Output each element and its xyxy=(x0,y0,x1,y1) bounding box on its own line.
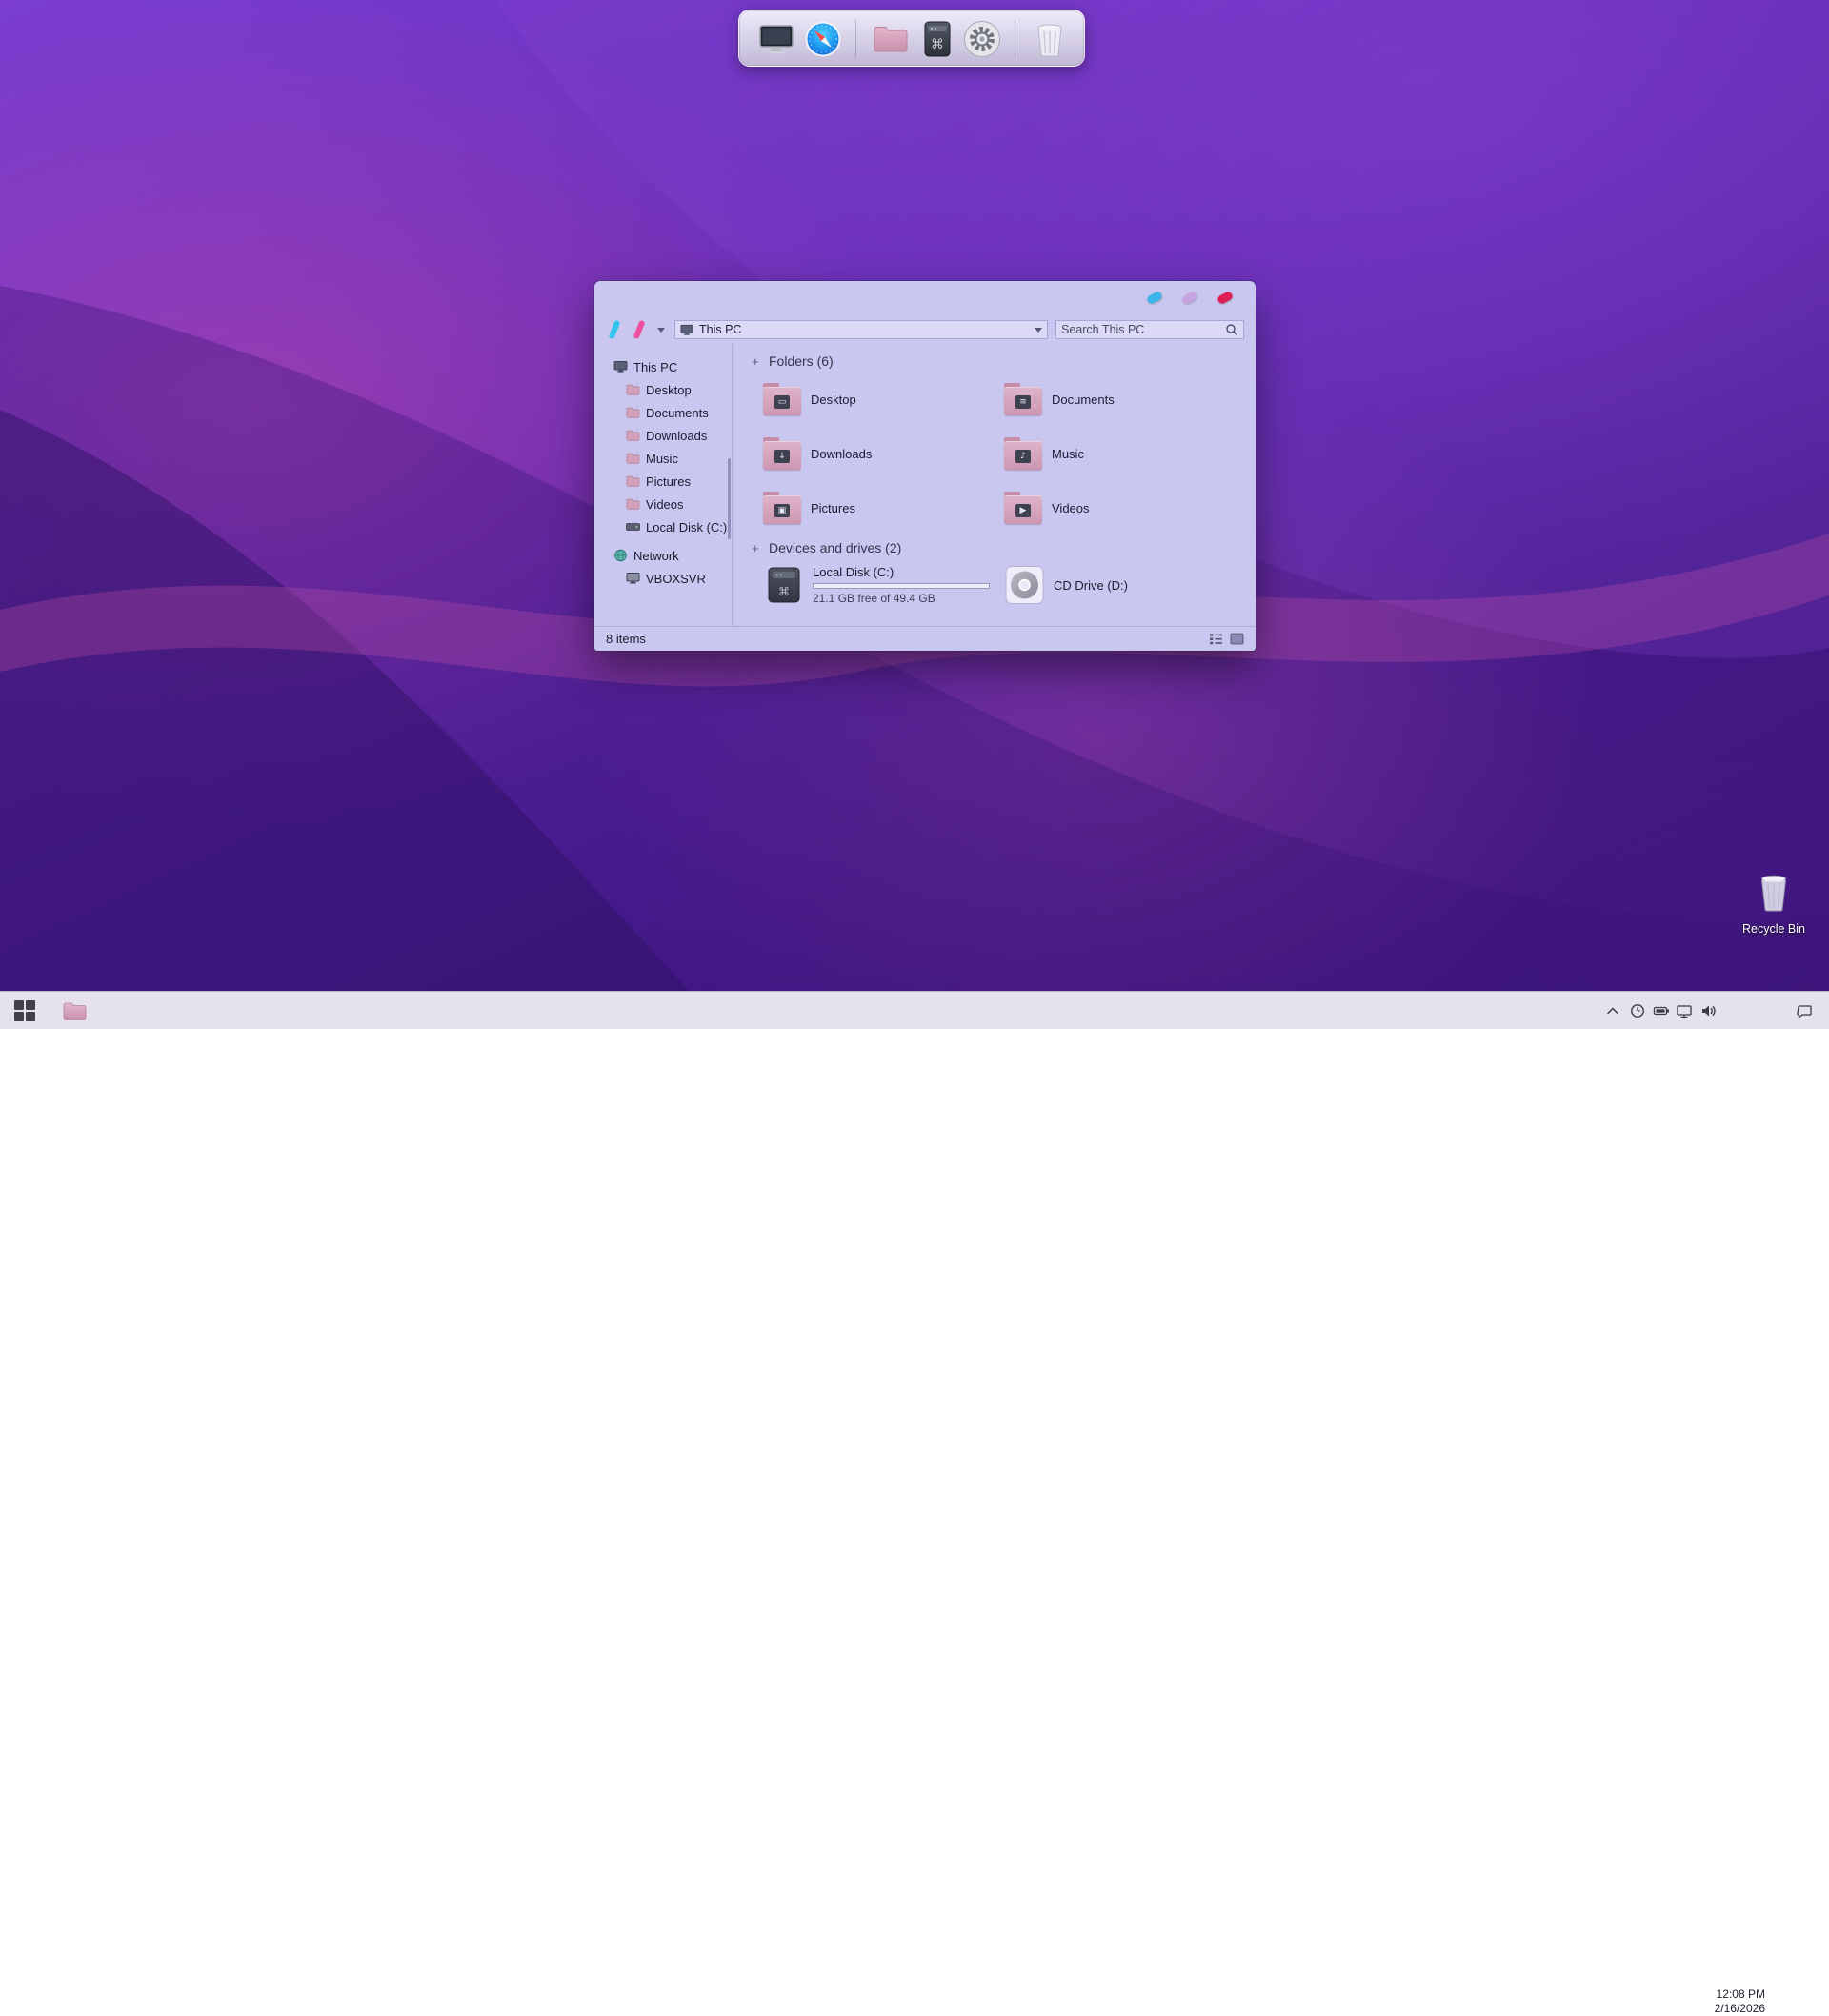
dock-divider xyxy=(855,20,856,58)
nav-history-dropdown-icon[interactable] xyxy=(657,328,665,333)
desktop-folder-icon: ▭ xyxy=(763,383,801,415)
sidebar-scrollbar[interactable] xyxy=(728,458,731,539)
action-center-icon xyxy=(1796,1002,1814,1020)
taskbar: 12:08 PM 2/16/2026 xyxy=(0,991,1829,1029)
sidebar-item-documents[interactable]: Documents xyxy=(594,401,732,424)
recycle-bin[interactable]: Recycle Bin xyxy=(1734,869,1814,936)
dock-system-icon[interactable]: ⌘ xyxy=(917,19,957,59)
search-input[interactable] xyxy=(1061,323,1221,336)
disk-icon xyxy=(626,520,640,534)
toolbar xyxy=(594,315,1256,344)
pc-icon xyxy=(613,360,628,373)
search-icon xyxy=(1225,323,1238,336)
videos-folder-icon: ▶ xyxy=(1004,492,1042,524)
explorer-folder-icon xyxy=(62,1000,88,1022)
dock-settings-icon[interactable] xyxy=(962,19,1002,59)
clock-date: 2/16/2026 xyxy=(1710,2002,1765,2016)
tray-battery-icon[interactable] xyxy=(1653,1002,1670,1019)
folders-group-label: Folders (6) xyxy=(769,353,834,369)
dock: ⌘ xyxy=(738,10,1085,67)
folder-icon xyxy=(626,474,640,488)
dock-display-icon[interactable] xyxy=(756,19,796,59)
details-view-icon[interactable] xyxy=(1209,632,1223,646)
sidebar-item-network[interactable]: Network xyxy=(594,544,732,567)
svg-text:⌘: ⌘ xyxy=(931,37,944,52)
tray-volume-icon[interactable] xyxy=(1699,1002,1717,1019)
search-box[interactable] xyxy=(1055,320,1244,339)
music-folder-icon: ♪ xyxy=(1004,437,1042,470)
window-titlebar[interactable] xyxy=(594,281,1256,315)
sidebar-item-vboxsvr[interactable]: VBOXSVR xyxy=(594,567,732,590)
folder-tile-downloads[interactable]: ↓ Downloads xyxy=(763,434,1004,473)
sidebar-item-videos[interactable]: Videos xyxy=(594,493,732,515)
minimize-button[interactable] xyxy=(1146,291,1163,305)
cd-drive-icon xyxy=(1004,566,1046,604)
thumbnail-view-icon[interactable] xyxy=(1230,632,1244,646)
dock-safari-icon[interactable] xyxy=(803,19,843,59)
address-input[interactable] xyxy=(699,323,1029,336)
folder-icon xyxy=(626,383,640,396)
documents-folder-icon: ≡ xyxy=(1004,383,1042,415)
taskbar-explorer-button[interactable] xyxy=(55,992,93,1030)
windows-logo-icon xyxy=(14,1000,35,1021)
folder-tile-videos[interactable]: ▶ Videos xyxy=(1004,489,1245,527)
devices-group-label: Devices and drives (2) xyxy=(769,540,901,555)
sidebar-item-music[interactable]: Music xyxy=(594,447,732,470)
tray-network-icon[interactable] xyxy=(1676,1002,1693,1019)
maximize-button[interactable] xyxy=(1181,291,1198,305)
status-bar: 8 items xyxy=(594,626,1256,651)
pc-icon xyxy=(680,324,693,336)
folder-tile-music[interactable]: ♪ Music xyxy=(1004,434,1245,473)
folders-group-header[interactable]: + Folders (6) xyxy=(752,353,1256,369)
forward-button[interactable] xyxy=(633,320,645,340)
network-icon xyxy=(613,549,628,562)
pictures-folder-icon: ▣ xyxy=(763,492,801,524)
hard-drive-icon: ⌘ xyxy=(763,566,805,604)
dock-folder-icon[interactable] xyxy=(871,19,911,59)
downloads-folder-icon: ↓ xyxy=(763,437,801,470)
file-list: + Folders (6) ▭ Desktop ≡ Documents ↓ Do… xyxy=(733,344,1256,626)
folder-icon xyxy=(626,452,640,465)
pc-icon xyxy=(626,572,640,585)
dock-trash-icon[interactable] xyxy=(1030,19,1070,59)
tray-clock-icon[interactable] xyxy=(1629,1002,1646,1019)
sidebar: This PC Desktop Documents Downloads xyxy=(594,344,733,626)
explorer-window: This PC Desktop Documents Downloads xyxy=(594,281,1256,651)
start-button[interactable] xyxy=(4,992,46,1030)
folder-tile-pictures[interactable]: ▣ Pictures xyxy=(763,489,1004,527)
folder-icon xyxy=(626,406,640,419)
tray-chevron-up-icon[interactable] xyxy=(1604,1002,1621,1019)
folder-icon xyxy=(626,497,640,511)
address-dropdown-icon[interactable] xyxy=(1035,328,1042,333)
action-center-button[interactable] xyxy=(1787,992,1821,1030)
sidebar-item-desktop[interactable]: Desktop xyxy=(594,378,732,401)
expander-icon[interactable]: + xyxy=(752,354,761,369)
devices-group-header[interactable]: + Devices and drives (2) xyxy=(752,540,1256,555)
local-disk-tile[interactable]: ⌘ Local Disk (C:) 21.1 GB free of 49.4 G… xyxy=(763,565,1004,605)
sidebar-item-pictures[interactable]: Pictures xyxy=(594,470,732,493)
disk-usage-bar xyxy=(813,583,990,589)
folder-icon xyxy=(626,429,640,442)
sidebar-item-this-pc[interactable]: This PC xyxy=(594,355,732,378)
cd-drive-tile[interactable]: CD Drive (D:) xyxy=(1004,565,1128,605)
svg-text:⌘: ⌘ xyxy=(778,585,790,598)
back-button[interactable] xyxy=(608,320,620,340)
folder-tile-desktop[interactable]: ▭ Desktop xyxy=(763,380,1004,418)
close-button[interactable] xyxy=(1216,291,1234,305)
expander-icon[interactable]: + xyxy=(752,541,761,555)
item-count: 8 items xyxy=(606,632,646,646)
recycle-bin-icon xyxy=(1754,869,1794,915)
taskbar-clock[interactable]: 12:08 PM 2/16/2026 xyxy=(1710,1987,1765,2016)
folder-tile-documents[interactable]: ≡ Documents xyxy=(1004,380,1245,418)
recycle-bin-label: Recycle Bin xyxy=(1734,922,1814,936)
sidebar-item-local-disk[interactable]: Local Disk (C:) xyxy=(594,515,732,538)
sidebar-item-downloads[interactable]: Downloads xyxy=(594,424,732,447)
address-bar[interactable] xyxy=(674,320,1048,339)
clock-time: 12:08 PM xyxy=(1710,1987,1765,2002)
